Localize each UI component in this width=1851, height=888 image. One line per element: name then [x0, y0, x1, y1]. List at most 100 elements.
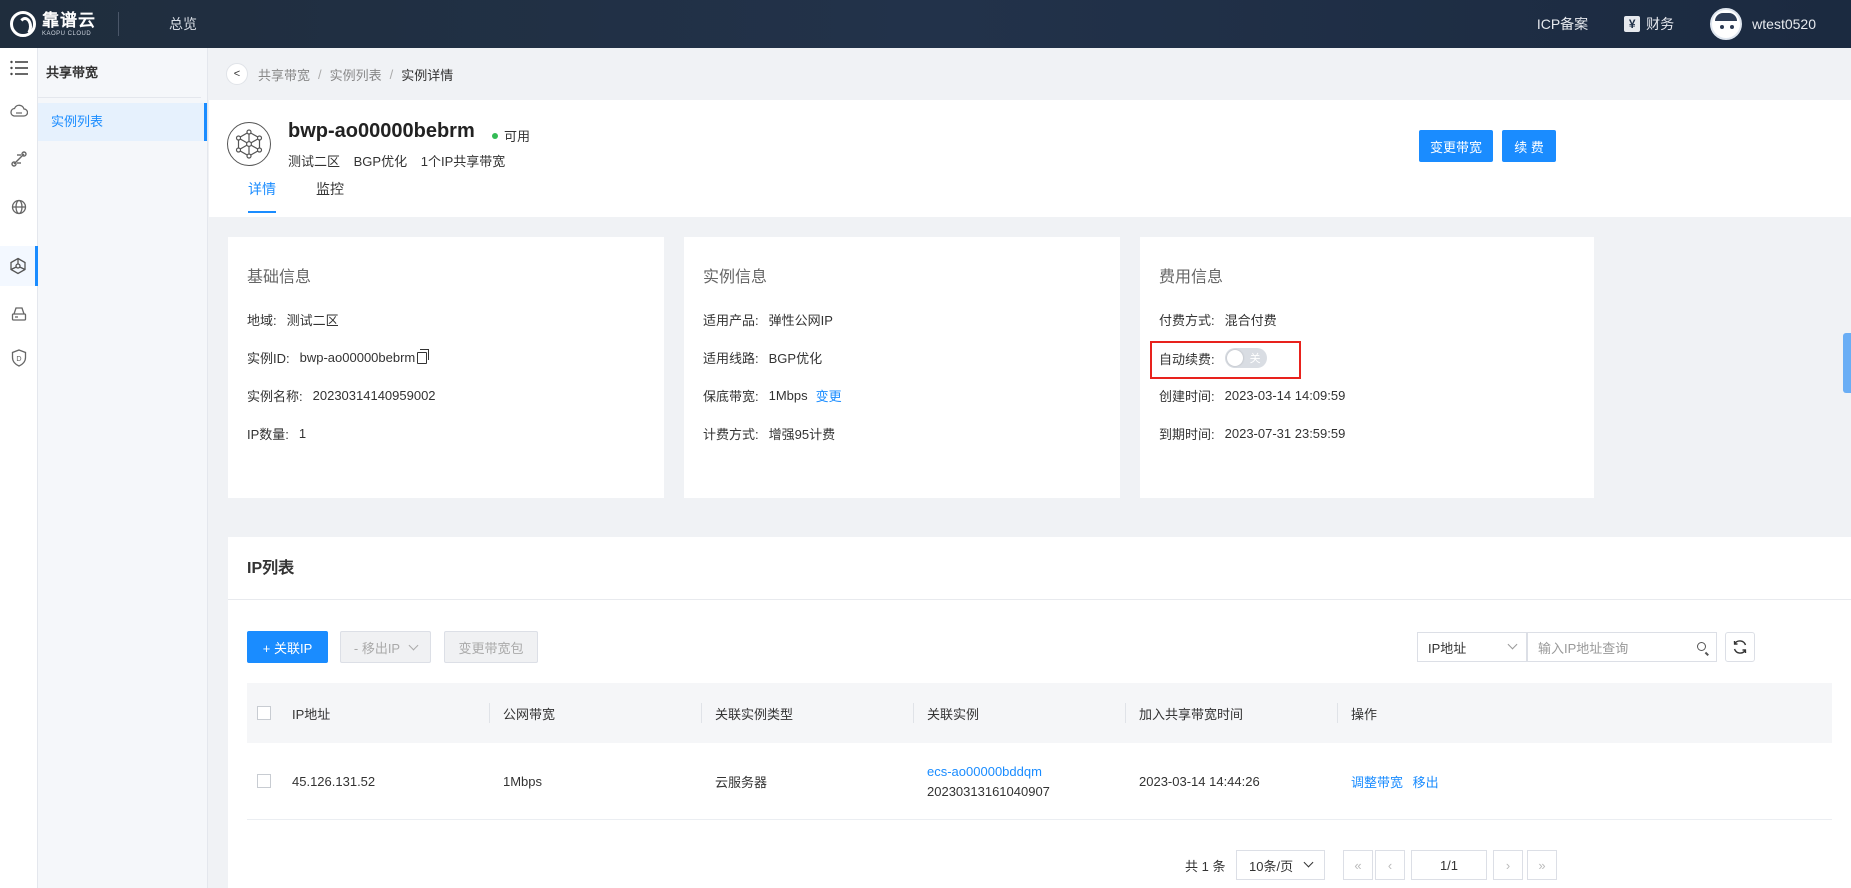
filter-select[interactable]: IP地址	[1417, 632, 1527, 662]
chevron-down-icon	[1507, 639, 1518, 650]
remove-link[interactable]: 移出	[1413, 775, 1439, 790]
adjust-bandwidth-link[interactable]: 调整带宽	[1351, 775, 1403, 790]
prev-page-button[interactable]: ‹	[1375, 850, 1405, 880]
search-placeholder: 输入IP地址查询	[1538, 640, 1629, 656]
avatar[interactable]	[1710, 8, 1743, 40]
basic-info-title: 基础信息	[247, 269, 312, 286]
nav-overview[interactable]: 总览	[169, 14, 197, 34]
region-value: 测试二区	[286, 313, 339, 328]
ip-count-value: 1	[298, 426, 307, 441]
ip-list-card: IP列表 + 关联IP - 移出IP 变更带宽包 IP地址 输入IP地址查询 I…	[228, 537, 1851, 888]
logo-icon	[10, 11, 36, 37]
username[interactable]: wtest0520	[1752, 16, 1816, 32]
search-icon[interactable]	[1697, 642, 1706, 651]
divider	[118, 12, 119, 36]
shared-bandwidth-icon[interactable]	[0, 246, 38, 286]
line-label: 适用线路:	[703, 351, 759, 366]
remove-ip-dropdown[interactable]: - 移出IP	[340, 631, 431, 663]
created-time-value: 2023-03-14 14:09:59	[1224, 388, 1346, 403]
network-icon[interactable]	[0, 139, 38, 179]
globe-icon[interactable]	[0, 187, 38, 227]
auto-renew-toggle[interactable]: 关	[1224, 348, 1267, 368]
region-row: 地域: 测试二区	[247, 310, 339, 329]
column-divider	[489, 703, 490, 723]
cell-joined-time: 2023-03-14 14:44:26	[1139, 773, 1260, 789]
yuan-icon: ¥	[1624, 16, 1641, 32]
tab-details[interactable]: 详情	[248, 179, 276, 213]
tab-monitor[interactable]: 监控	[316, 179, 344, 213]
breadcrumb: < 共享带宽 / 实例列表 / 实例详情	[209, 48, 1851, 100]
renew-button[interactable]: 续 费	[1502, 130, 1556, 162]
pagination: 共 1 条 10条/页 « ‹ 1/1 › »	[228, 850, 1851, 880]
cell-ip: 45.126.131.52	[292, 773, 376, 789]
storage-icon[interactable]	[0, 294, 38, 334]
logo-text: 靠谱云	[42, 10, 96, 30]
breadcrumb-current: 实例详情	[401, 67, 454, 83]
change-package-button[interactable]: 变更带宽包	[444, 631, 538, 663]
icp-link[interactable]: ICP备案	[1537, 14, 1588, 34]
cell-instance: ecs-ao00000bddqm 20230313161040907	[927, 762, 1050, 802]
remove-ip-label: - 移出IP	[353, 640, 401, 656]
copy-icon[interactable]	[417, 348, 430, 364]
row-checkbox[interactable]	[257, 774, 271, 788]
last-page-button[interactable]: »	[1527, 850, 1557, 880]
associate-ip-button[interactable]: + 关联IP	[247, 631, 328, 663]
svg-text:D: D	[16, 355, 21, 363]
guaranteed-bandwidth-row: 保底带宽: 1Mbps 变更	[703, 386, 842, 405]
region-label: 地域:	[247, 313, 277, 328]
instance-name: bwp-ao00000bebrm	[288, 120, 475, 142]
ip-count-label: IP数量:	[247, 427, 289, 442]
column-divider	[701, 703, 702, 723]
instance-desc: 1个IP共享带宽	[420, 154, 506, 169]
next-page-button[interactable]: ›	[1493, 850, 1523, 880]
instance-link[interactable]: ecs-ao00000bddqm	[927, 762, 1050, 782]
guaranteed-bandwidth-value: 1Mbps	[768, 388, 808, 403]
side-collapse-tab[interactable]	[1843, 333, 1851, 393]
finance-link[interactable]: ¥ 财务	[1624, 14, 1674, 34]
search-input[interactable]: 输入IP地址查询	[1527, 632, 1717, 662]
back-button[interactable]: <	[226, 63, 248, 85]
column-divider	[913, 703, 914, 723]
table-row: 45.126.131.52 1Mbps 云服务器 ecs-ao00000bddq…	[247, 743, 1832, 820]
breadcrumb-instance-list[interactable]: 实例列表	[330, 65, 382, 84]
product-row: 适用产品: 弹性公网IP	[703, 310, 833, 329]
created-time-row: 创建时间: 2023-03-14 14:09:59	[1159, 386, 1345, 405]
subnav-title: 共享带宽	[38, 48, 201, 98]
cloud-server-icon[interactable]	[0, 91, 38, 131]
fee-info-card: 费用信息 付费方式: 混合付费 自动续费: 关 创建时间: 2023-03-14…	[1140, 237, 1594, 498]
auto-renew-label: 自动续费:	[1159, 351, 1215, 367]
fee-info-title: 费用信息	[1159, 269, 1224, 286]
shared-bandwidth-icon	[227, 122, 271, 166]
page-size-select[interactable]: 10条/页	[1236, 850, 1325, 880]
refresh-button[interactable]	[1725, 632, 1755, 662]
instance-meta: 测试二区 BGP优化 1个IP共享带宽	[288, 151, 515, 170]
shield-icon[interactable]: D	[0, 338, 38, 378]
finance-label: 财务	[1646, 16, 1675, 32]
instance-id-row: 实例ID: bwp-ao00000bebrm	[247, 348, 430, 367]
pay-method-value: 混合付费	[1224, 313, 1277, 328]
column-instance: 关联实例	[927, 706, 980, 722]
breadcrumb-shared-bandwidth[interactable]: 共享带宽	[258, 65, 310, 84]
icon-rail: D	[0, 48, 38, 888]
page-indicator[interactable]: 1/1	[1411, 850, 1487, 880]
change-bandwidth-button[interactable]: 变更带宽	[1419, 130, 1493, 162]
product-label: 适用产品:	[703, 313, 759, 328]
column-divider	[1125, 703, 1126, 723]
cell-actions: 调整带宽 移出	[1351, 772, 1439, 791]
instance-region: 测试二区	[288, 154, 341, 169]
ip-list-title: IP列表	[228, 537, 1851, 600]
cell-bandwidth: 1Mbps	[503, 773, 543, 789]
instance-id-label: 实例ID:	[247, 351, 290, 366]
chevron-down-icon	[408, 640, 419, 650]
logo[interactable]: 靠谱云 KAOPU CLOUD	[0, 0, 118, 48]
status-badge: 可用	[492, 126, 530, 145]
change-bandwidth-link[interactable]: 变更	[816, 386, 842, 405]
select-all-checkbox[interactable]	[257, 706, 271, 720]
auto-renew-row: 自动续费: 关	[1159, 348, 1267, 368]
line-row: 适用线路: BGP优化	[703, 348, 822, 367]
first-page-button[interactable]: «	[1343, 850, 1373, 880]
sidebar-item-instance-list[interactable]: 实例列表	[38, 103, 207, 141]
column-instance-type: 关联实例类型	[715, 706, 794, 722]
menu-icon[interactable]	[0, 48, 38, 88]
sub-sidebar: 共享带宽 实例列表	[38, 48, 208, 888]
